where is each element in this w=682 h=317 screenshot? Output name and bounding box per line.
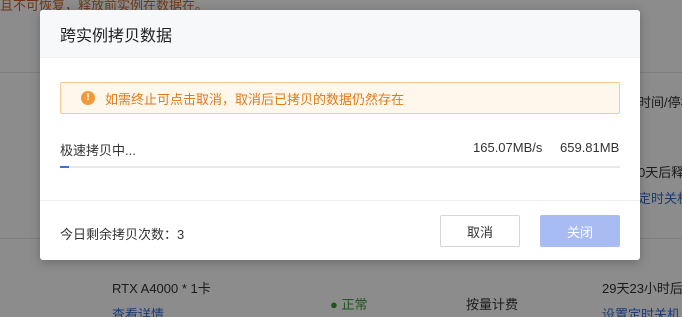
warning-icon: !: [81, 91, 95, 105]
dialog-header: 跨实例拷贝数据: [40, 10, 640, 58]
transfer-size: 659.81MB: [560, 140, 620, 155]
close-button[interactable]: 关闭: [540, 215, 620, 247]
info-alert: ! 如需终止可点击取消，取消后已拷贝的数据仍然存在: [60, 82, 620, 114]
dialog-footer-divider: [40, 200, 640, 201]
alert-message: 如需终止可点击取消，取消后已拷贝的数据仍然存在: [105, 91, 405, 107]
transfer-speed: 165.07MB/s: [473, 140, 543, 155]
copy-data-dialog: 跨实例拷贝数据 ! 如需终止可点击取消，取消后已拷贝的数据仍然存在 极速拷贝中.…: [40, 10, 640, 260]
remaining-copies-text: 今日剩余拷贝次数：3: [60, 227, 185, 242]
cancel-button[interactable]: 取消: [440, 215, 520, 247]
progress-label: 极速拷贝中...: [60, 143, 136, 158]
dialog-title: 跨实例拷贝数据: [60, 27, 173, 45]
progress-fill: [60, 166, 69, 168]
progress-bar: [60, 166, 620, 168]
